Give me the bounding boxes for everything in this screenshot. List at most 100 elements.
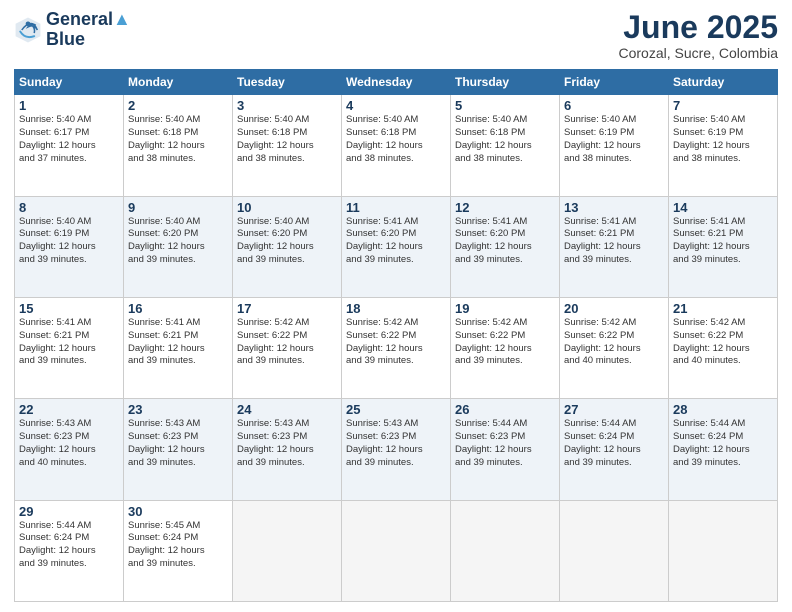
day-info: Sunrise: 5:44 AM Sunset: 6:24 PM Dayligh… bbox=[564, 418, 664, 469]
week-row-4: 22 Sunrise: 5:43 AM Sunset: 6:23 PM Dayl… bbox=[15, 399, 778, 500]
day-number: 11 bbox=[346, 200, 446, 215]
day-cell-25: 25 Sunrise: 5:43 AM Sunset: 6:23 PM Dayl… bbox=[342, 399, 451, 500]
day-cell-16: 16 Sunrise: 5:41 AM Sunset: 6:21 PM Dayl… bbox=[124, 297, 233, 398]
day-number: 20 bbox=[564, 301, 664, 316]
day-cell-22: 22 Sunrise: 5:43 AM Sunset: 6:23 PM Dayl… bbox=[15, 399, 124, 500]
day-cell-2: 2 Sunrise: 5:40 AM Sunset: 6:18 PM Dayli… bbox=[124, 95, 233, 196]
day-cell-17: 17 Sunrise: 5:42 AM Sunset: 6:22 PM Dayl… bbox=[233, 297, 342, 398]
day-number: 27 bbox=[564, 402, 664, 417]
col-saturday: Saturday bbox=[669, 70, 778, 95]
day-number: 6 bbox=[564, 98, 664, 113]
title-block: June 2025 Corozal, Sucre, Colombia bbox=[618, 10, 778, 61]
day-number: 9 bbox=[128, 200, 228, 215]
day-number: 24 bbox=[237, 402, 337, 417]
day-info: Sunrise: 5:41 AM Sunset: 6:20 PM Dayligh… bbox=[455, 216, 555, 267]
day-number: 14 bbox=[673, 200, 773, 215]
day-info: Sunrise: 5:40 AM Sunset: 6:20 PM Dayligh… bbox=[128, 216, 228, 267]
page: General▲ Blue June 2025 Corozal, Sucre, … bbox=[0, 0, 792, 612]
calendar-table: Sunday Monday Tuesday Wednesday Thursday… bbox=[14, 69, 778, 602]
day-info: Sunrise: 5:42 AM Sunset: 6:22 PM Dayligh… bbox=[237, 317, 337, 368]
day-number: 28 bbox=[673, 402, 773, 417]
day-cell-30: 30 Sunrise: 5:45 AM Sunset: 6:24 PM Dayl… bbox=[124, 500, 233, 601]
empty-cell bbox=[342, 500, 451, 601]
logo-line2: Blue bbox=[46, 30, 131, 50]
day-cell-9: 9 Sunrise: 5:40 AM Sunset: 6:20 PM Dayli… bbox=[124, 196, 233, 297]
day-info: Sunrise: 5:42 AM Sunset: 6:22 PM Dayligh… bbox=[673, 317, 773, 368]
day-info: Sunrise: 5:44 AM Sunset: 6:23 PM Dayligh… bbox=[455, 418, 555, 469]
day-info: Sunrise: 5:40 AM Sunset: 6:19 PM Dayligh… bbox=[19, 216, 119, 267]
day-cell-28: 28 Sunrise: 5:44 AM Sunset: 6:24 PM Dayl… bbox=[669, 399, 778, 500]
day-number: 4 bbox=[346, 98, 446, 113]
day-info: Sunrise: 5:41 AM Sunset: 6:20 PM Dayligh… bbox=[346, 216, 446, 267]
day-number: 10 bbox=[237, 200, 337, 215]
col-friday: Friday bbox=[560, 70, 669, 95]
day-info: Sunrise: 5:41 AM Sunset: 6:21 PM Dayligh… bbox=[128, 317, 228, 368]
day-number: 23 bbox=[128, 402, 228, 417]
calendar-header-row: Sunday Monday Tuesday Wednesday Thursday… bbox=[15, 70, 778, 95]
day-cell-1: 1 Sunrise: 5:40 AM Sunset: 6:17 PM Dayli… bbox=[15, 95, 124, 196]
day-info: Sunrise: 5:43 AM Sunset: 6:23 PM Dayligh… bbox=[128, 418, 228, 469]
day-number: 19 bbox=[455, 301, 555, 316]
day-info: Sunrise: 5:42 AM Sunset: 6:22 PM Dayligh… bbox=[564, 317, 664, 368]
logo-line1: General▲ bbox=[46, 10, 131, 30]
day-info: Sunrise: 5:40 AM Sunset: 6:18 PM Dayligh… bbox=[128, 114, 228, 165]
day-number: 12 bbox=[455, 200, 555, 215]
day-cell-29: 29 Sunrise: 5:44 AM Sunset: 6:24 PM Dayl… bbox=[15, 500, 124, 601]
day-cell-18: 18 Sunrise: 5:42 AM Sunset: 6:22 PM Dayl… bbox=[342, 297, 451, 398]
header: General▲ Blue June 2025 Corozal, Sucre, … bbox=[14, 10, 778, 61]
week-row-1: 1 Sunrise: 5:40 AM Sunset: 6:17 PM Dayli… bbox=[15, 95, 778, 196]
day-cell-8: 8 Sunrise: 5:40 AM Sunset: 6:19 PM Dayli… bbox=[15, 196, 124, 297]
logo-text: General▲ Blue bbox=[46, 10, 131, 50]
empty-cell bbox=[560, 500, 669, 601]
day-number: 17 bbox=[237, 301, 337, 316]
empty-cell bbox=[233, 500, 342, 601]
day-cell-23: 23 Sunrise: 5:43 AM Sunset: 6:23 PM Dayl… bbox=[124, 399, 233, 500]
day-cell-3: 3 Sunrise: 5:40 AM Sunset: 6:18 PM Dayli… bbox=[233, 95, 342, 196]
col-thursday: Thursday bbox=[451, 70, 560, 95]
day-info: Sunrise: 5:41 AM Sunset: 6:21 PM Dayligh… bbox=[673, 216, 773, 267]
day-number: 26 bbox=[455, 402, 555, 417]
day-cell-19: 19 Sunrise: 5:42 AM Sunset: 6:22 PM Dayl… bbox=[451, 297, 560, 398]
day-cell-6: 6 Sunrise: 5:40 AM Sunset: 6:19 PM Dayli… bbox=[560, 95, 669, 196]
empty-cell bbox=[669, 500, 778, 601]
day-number: 22 bbox=[19, 402, 119, 417]
day-cell-11: 11 Sunrise: 5:41 AM Sunset: 6:20 PM Dayl… bbox=[342, 196, 451, 297]
day-info: Sunrise: 5:40 AM Sunset: 6:18 PM Dayligh… bbox=[237, 114, 337, 165]
month-year: June 2025 bbox=[618, 10, 778, 45]
day-cell-27: 27 Sunrise: 5:44 AM Sunset: 6:24 PM Dayl… bbox=[560, 399, 669, 500]
col-monday: Monday bbox=[124, 70, 233, 95]
day-info: Sunrise: 5:44 AM Sunset: 6:24 PM Dayligh… bbox=[19, 520, 119, 571]
day-number: 2 bbox=[128, 98, 228, 113]
day-number: 5 bbox=[455, 98, 555, 113]
day-info: Sunrise: 5:42 AM Sunset: 6:22 PM Dayligh… bbox=[346, 317, 446, 368]
col-sunday: Sunday bbox=[15, 70, 124, 95]
day-info: Sunrise: 5:40 AM Sunset: 6:17 PM Dayligh… bbox=[19, 114, 119, 165]
day-number: 16 bbox=[128, 301, 228, 316]
day-info: Sunrise: 5:40 AM Sunset: 6:20 PM Dayligh… bbox=[237, 216, 337, 267]
day-number: 18 bbox=[346, 301, 446, 316]
day-info: Sunrise: 5:45 AM Sunset: 6:24 PM Dayligh… bbox=[128, 520, 228, 571]
day-number: 7 bbox=[673, 98, 773, 113]
day-cell-5: 5 Sunrise: 5:40 AM Sunset: 6:18 PM Dayli… bbox=[451, 95, 560, 196]
day-info: Sunrise: 5:41 AM Sunset: 6:21 PM Dayligh… bbox=[564, 216, 664, 267]
day-number: 30 bbox=[128, 504, 228, 519]
day-info: Sunrise: 5:40 AM Sunset: 6:18 PM Dayligh… bbox=[346, 114, 446, 165]
day-cell-13: 13 Sunrise: 5:41 AM Sunset: 6:21 PM Dayl… bbox=[560, 196, 669, 297]
empty-cell bbox=[451, 500, 560, 601]
day-number: 8 bbox=[19, 200, 119, 215]
col-wednesday: Wednesday bbox=[342, 70, 451, 95]
day-info: Sunrise: 5:43 AM Sunset: 6:23 PM Dayligh… bbox=[237, 418, 337, 469]
day-info: Sunrise: 5:40 AM Sunset: 6:19 PM Dayligh… bbox=[564, 114, 664, 165]
day-cell-12: 12 Sunrise: 5:41 AM Sunset: 6:20 PM Dayl… bbox=[451, 196, 560, 297]
week-row-2: 8 Sunrise: 5:40 AM Sunset: 6:19 PM Dayli… bbox=[15, 196, 778, 297]
day-cell-7: 7 Sunrise: 5:40 AM Sunset: 6:19 PM Dayli… bbox=[669, 95, 778, 196]
day-number: 25 bbox=[346, 402, 446, 417]
week-row-5: 29 Sunrise: 5:44 AM Sunset: 6:24 PM Dayl… bbox=[15, 500, 778, 601]
logo: General▲ Blue bbox=[14, 10, 131, 50]
day-info: Sunrise: 5:40 AM Sunset: 6:18 PM Dayligh… bbox=[455, 114, 555, 165]
logo-icon bbox=[14, 16, 42, 44]
day-info: Sunrise: 5:44 AM Sunset: 6:24 PM Dayligh… bbox=[673, 418, 773, 469]
day-cell-24: 24 Sunrise: 5:43 AM Sunset: 6:23 PM Dayl… bbox=[233, 399, 342, 500]
day-number: 3 bbox=[237, 98, 337, 113]
day-cell-21: 21 Sunrise: 5:42 AM Sunset: 6:22 PM Dayl… bbox=[669, 297, 778, 398]
